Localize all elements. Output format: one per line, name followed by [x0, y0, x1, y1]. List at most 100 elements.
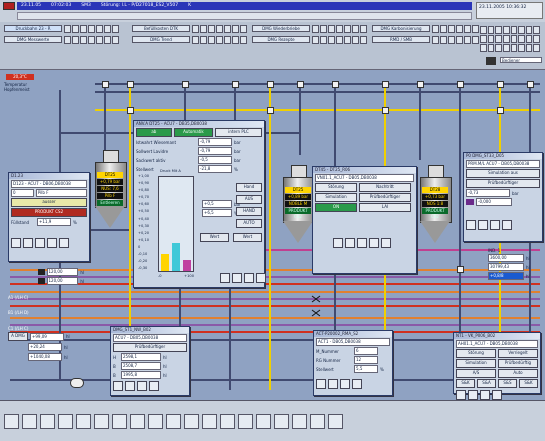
settings-icon[interactable]: [113, 381, 123, 391]
valve-icon[interactable]: [297, 81, 304, 88]
trend-icon[interactable]: [468, 390, 478, 400]
valve-icon[interactable]: [127, 107, 134, 114]
trend-icon[interactable]: [345, 238, 355, 248]
faceplate-dt45[interactable]: DT45 - DT25_R06 VN01.1_ACU7 - DB05,DB003…: [312, 166, 417, 274]
trend-icon[interactable]: [256, 413, 271, 429]
valve-icon[interactable]: [182, 81, 189, 88]
cmd-button-2[interactable]: S&A: [477, 379, 496, 388]
tag-label[interactable]: A DMG: [8, 332, 28, 341]
info-icon[interactable]: [490, 220, 500, 230]
nav-button-messwerte[interactable]: DMG Messwerte: [4, 36, 62, 43]
cmd-button-3[interactable]: S&S: [498, 379, 517, 388]
output-value[interactable]: +6,5: [202, 209, 232, 217]
settings-icon[interactable]: [466, 220, 476, 230]
nav-button-karbonisierung[interactable]: DMG Karbonisierung: [372, 25, 430, 32]
row-value[interactable]: 5,5: [354, 365, 378, 373]
lock-icon[interactable]: [40, 413, 55, 429]
close-icon[interactable]: [492, 390, 502, 400]
cmd-button-4[interactable]: S&K: [519, 379, 538, 388]
alarm-indicator-icon[interactable]: [3, 2, 15, 10]
trend-icon[interactable]: [328, 379, 338, 389]
alarm-line[interactable]: 23.11.05 07:02:03 SM3 Störung: I.L - P/D…: [17, 2, 472, 10]
user-icon[interactable]: [486, 57, 496, 65]
trend-icon[interactable]: [125, 381, 135, 391]
valve-icon[interactable]: [332, 81, 339, 88]
info-icon[interactable]: [35, 238, 45, 248]
key-icon[interactable]: [310, 413, 325, 429]
tab-automatik[interactable]: Automatik: [173, 128, 214, 137]
tab-mode[interactable]: ab: [136, 128, 172, 137]
user-icon[interactable]: [220, 413, 235, 429]
valve-icon[interactable]: [417, 81, 424, 88]
close-icon[interactable]: [502, 220, 512, 230]
trend-icon[interactable]: [23, 238, 33, 248]
info-icon[interactable]: [137, 381, 147, 391]
nav-button-trend[interactable]: DMG Trend: [132, 36, 190, 43]
info-icon[interactable]: [340, 379, 350, 389]
valve-icon[interactable]: [457, 81, 464, 88]
wert-button-2[interactable]: Wert: [233, 233, 262, 242]
tank-dt28[interactable]: DT28 +0,73 bar NOS 1:8 PRODUKT CS2: [420, 165, 452, 245]
settings-icon[interactable]: [11, 238, 21, 248]
valve-icon[interactable]: [102, 81, 109, 88]
field-1[interactable]: 0: [11, 189, 34, 197]
close-icon[interactable]: [256, 273, 266, 283]
table-icon[interactable]: [166, 413, 181, 429]
valve-icon[interactable]: [267, 81, 274, 88]
back-icon[interactable]: [4, 413, 19, 429]
settings-icon[interactable]: [333, 238, 343, 248]
valve-icon[interactable]: [382, 107, 389, 114]
close-icon[interactable]: [352, 379, 362, 389]
operator-field[interactable]: Bediener: [500, 57, 542, 63]
pump-icon[interactable]: [70, 378, 84, 388]
trend-icon[interactable]: [478, 220, 488, 230]
row-value[interactable]: 12: [354, 356, 378, 364]
valve-icon[interactable]: [457, 266, 464, 273]
on-button[interactable]: ON: [315, 203, 357, 212]
valve-icon[interactable]: [497, 107, 504, 114]
valve-icon[interactable]: [127, 81, 134, 88]
nav-button-rmd-smb[interactable]: RMD / SMB: [372, 36, 430, 43]
list-icon[interactable]: [112, 413, 127, 429]
faceplate-d123[interactable]: D1.23 D123 - ACU7 - DB06,DB0038 0 Pilb F …: [8, 172, 90, 262]
close-icon[interactable]: [381, 238, 391, 248]
faceplate-act-p20002[interactable]: ACT-P20002_RMA_S2 ACT1 - DB05,DB0038 M_N…: [313, 330, 393, 396]
tool-icon[interactable]: [148, 413, 163, 429]
valve-icon[interactable]: [527, 81, 534, 88]
valve-icon[interactable]: [232, 81, 239, 88]
faceplate-dmg-st33[interactable]: P0 DMG_ST33_D05 PRM.M/L ACU7 - DB05,DB00…: [463, 152, 543, 242]
info-icon[interactable]: [357, 238, 367, 248]
settings-icon[interactable]: [184, 413, 199, 429]
faceplate-dt25-main[interactable]: ANV.A DT25 - ACU7 - DB35,DB0038 ab Autom…: [133, 120, 266, 288]
tank-dt25-a[interactable]: DT25 +0,79 bar NUS: 7,6 Pilb F Entleeren: [95, 150, 127, 230]
setpoint-value[interactable]: +0,5: [202, 200, 232, 208]
hand-mode-button[interactable]: HAND: [236, 207, 262, 216]
clock-icon[interactable]: [274, 413, 289, 429]
wert-button-1[interactable]: Wert: [200, 233, 229, 242]
nav-button-druckbahn[interactable]: Druckbahn 23 - R: [4, 25, 62, 32]
alarm-icon[interactable]: [130, 413, 145, 429]
exit-icon[interactable]: [328, 413, 343, 429]
faceplate-dmg-st1[interactable]: DMG_ST1_NW_B02 ACU7 - DB05,DB0038 Prüfbe…: [110, 326, 190, 396]
faceplate-nt1[interactable]: NT1 - VK_P006_B02 AH01.1_ACU7 - DB05,DB0…: [453, 332, 541, 400]
chart-icon[interactable]: [94, 413, 109, 429]
valve-icon[interactable]: [497, 81, 504, 88]
play-icon[interactable]: [22, 413, 37, 429]
nav-button-rezepte[interactable]: DMG Rezepte: [252, 36, 310, 43]
valve-icon[interactable]: [382, 81, 389, 88]
valve-icon[interactable]: [267, 107, 274, 114]
hand-button[interactable]: Hand: [236, 183, 262, 192]
tank-dt25-b[interactable]: DT25 +0,89 bar NOBLE M PRODUKT CS2: [283, 165, 315, 245]
pump-icon[interactable]: [238, 413, 253, 429]
info-icon[interactable]: [244, 273, 254, 283]
field-2[interactable]: Pilb F: [35, 189, 87, 197]
trend-icon[interactable]: [232, 273, 242, 283]
close-icon[interactable]: [59, 238, 69, 248]
tab-intern-plc[interactable]: intern PLC: [215, 128, 262, 137]
alarm-line-2[interactable]: [17, 12, 472, 20]
nav-button-wiederbriebe[interactable]: DMG Wiederbriebe: [252, 25, 310, 32]
lai-button[interactable]: LAI: [359, 203, 411, 212]
alarm-icon[interactable]: [47, 238, 57, 248]
cmd-button-1[interactable]: S&K: [456, 379, 475, 388]
info-icon[interactable]: [480, 390, 490, 400]
